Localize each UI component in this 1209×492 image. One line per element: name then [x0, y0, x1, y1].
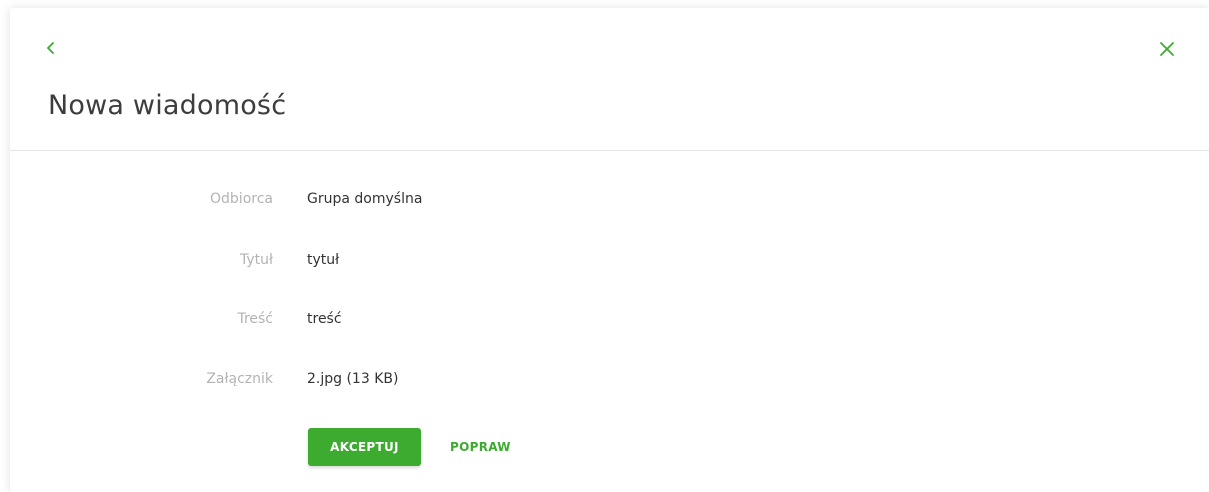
dialog-header: Nowa wiadomość [10, 8, 1209, 151]
attachment-value: 2.jpg (13 KB) [307, 371, 399, 387]
chevron-left-icon[interactable] [43, 40, 59, 56]
accept-button[interactable]: AKCEPTUJ [308, 428, 421, 466]
dialog-panel: Nowa wiadomość Odbiorca Grupa domyślna T… [10, 8, 1209, 492]
attachment-label: Załącznik [206, 371, 273, 387]
content-label: Treść [237, 311, 273, 327]
row-title: Tytuł tytuł [10, 248, 1209, 272]
page-title: Nowa wiadomość [48, 90, 287, 121]
close-icon[interactable] [1158, 40, 1176, 58]
content-value: treść [307, 311, 342, 327]
row-content: Treść treść [10, 307, 1209, 331]
recipient-label: Odbiorca [210, 191, 273, 207]
row-attachment: Załącznik 2.jpg (13 KB) [10, 367, 1209, 391]
recipient-value: Grupa domyślna [307, 191, 423, 207]
row-recipient: Odbiorca Grupa domyślna [10, 187, 1209, 211]
title-value: tytuł [307, 252, 340, 268]
title-label: Tytuł [240, 252, 273, 268]
fix-button[interactable]: POPRAW [438, 428, 523, 466]
